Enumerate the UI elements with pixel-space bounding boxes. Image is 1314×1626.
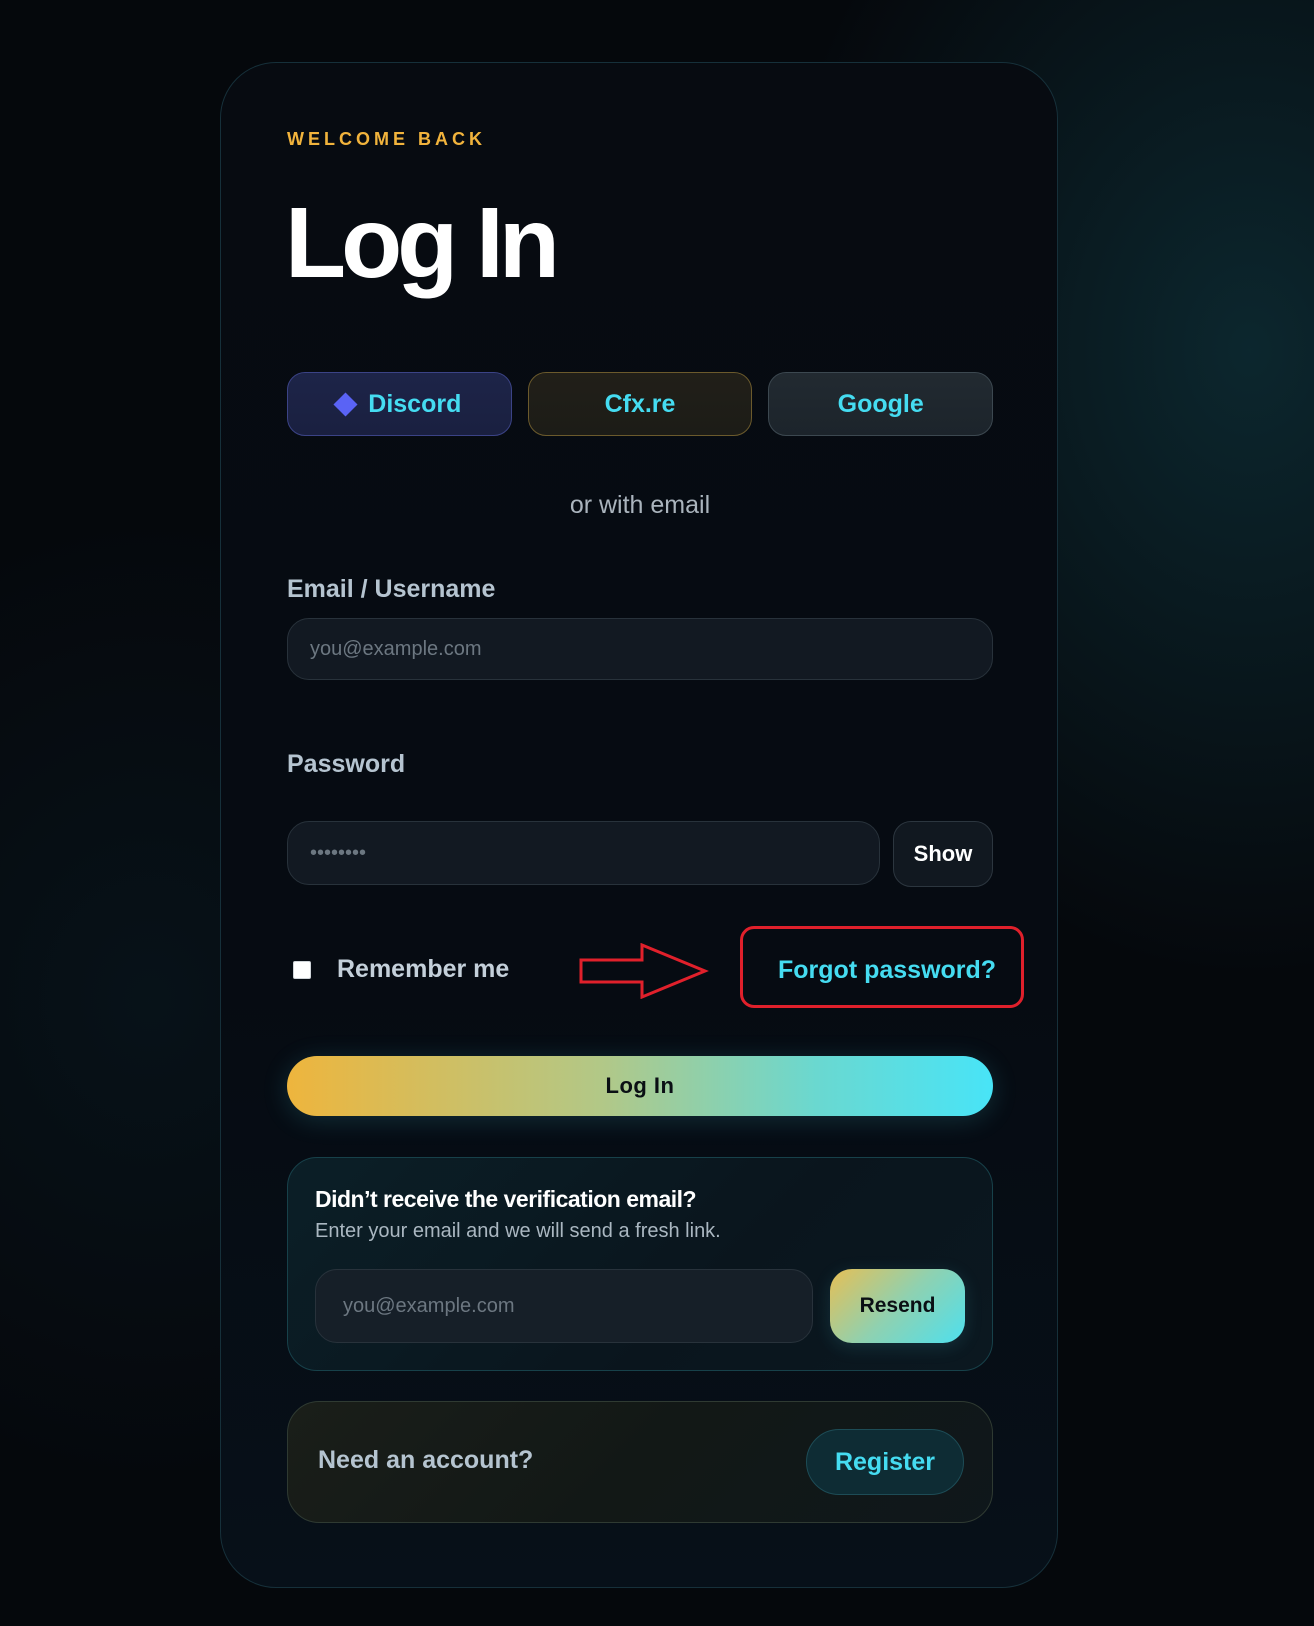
verification-panel: Didn’t receive the verification email? E… xyxy=(287,1157,993,1371)
show-password-button[interactable]: Show xyxy=(893,821,993,887)
email-label: Email / Username xyxy=(287,575,496,603)
password-field[interactable] xyxy=(287,821,880,885)
diamond-icon xyxy=(333,391,358,417)
remember-me-label: Remember me xyxy=(337,955,510,983)
need-account-text: Need an account? xyxy=(318,1446,534,1474)
google-login-button[interactable]: Google xyxy=(768,372,994,436)
verification-title: Didn’t receive the verification email? xyxy=(315,1186,697,1212)
divider-text: or with email xyxy=(569,491,711,519)
cfx-login-button[interactable]: Cfx.re xyxy=(527,372,753,436)
remember-me-checkbox[interactable] xyxy=(293,960,311,979)
forgot-password-link[interactable]: Forgot password? xyxy=(778,956,996,985)
login-card: WELCOME BACK Log In Discord Cfx.re Googl… xyxy=(220,62,1058,1588)
resend-button[interactable]: Resend xyxy=(830,1269,965,1343)
page-title: Log In xyxy=(285,187,560,299)
welcome-eyebrow: WELCOME BACK xyxy=(287,129,486,149)
login-button[interactable]: Log In xyxy=(287,1056,993,1116)
google-label: Google xyxy=(837,389,924,418)
verification-subtitle: Enter your email and we will send a fres… xyxy=(315,1220,721,1242)
verification-email-field[interactable] xyxy=(315,1269,813,1343)
account-panel: Need an account? Register xyxy=(287,1401,993,1523)
discord-label: Discord xyxy=(368,389,462,418)
cfx-label: Cfx.re xyxy=(604,389,676,418)
password-label: Password xyxy=(287,750,406,778)
annotation-arrow-icon xyxy=(579,943,709,999)
discord-login-button[interactable]: Discord xyxy=(287,372,512,436)
social-login-row: Discord Cfx.re Google xyxy=(287,372,994,436)
email-field[interactable] xyxy=(287,618,993,680)
remember-me-row: Remember me xyxy=(293,955,509,984)
register-button[interactable]: Register xyxy=(806,1429,964,1495)
